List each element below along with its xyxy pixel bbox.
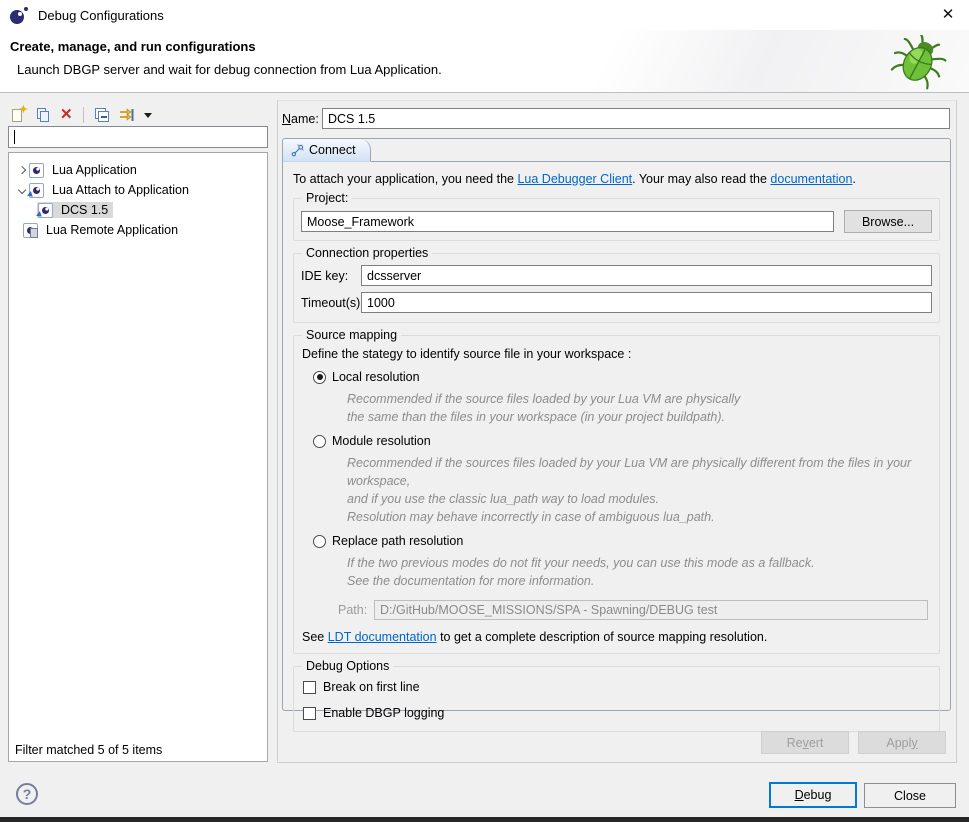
tree-item-label: Lua Application (49, 162, 140, 178)
collapse-all-icon[interactable] (94, 107, 110, 123)
radio-label: Replace path resolution (332, 534, 463, 548)
timeout-input[interactable] (361, 292, 932, 313)
source-mapping-group: Source mapping Define the stategy to ide… (293, 335, 940, 654)
delete-icon[interactable]: ✕ (60, 107, 73, 123)
checkbox-label: Enable DBGP logging (323, 706, 444, 720)
tab-folder: Connect To attach your application, you … (282, 138, 951, 711)
checkbox-icon[interactable] (303, 707, 316, 720)
project-group: Project: Browse... (293, 198, 940, 241)
configuration-panel: Name: Connect To attach your application… (277, 100, 957, 763)
banner-title: Create, manage, and run configurations (10, 39, 256, 54)
tree-item-lua-remote[interactable]: Lua Remote Application (9, 221, 267, 239)
documentation-link[interactable]: documentation (770, 172, 852, 186)
project-input[interactable] (301, 211, 834, 232)
filter-box (8, 126, 268, 148)
revert-button[interactable]: Revert (761, 731, 849, 754)
radio-icon[interactable] (313, 371, 326, 384)
help-icon[interactable]: ? (16, 783, 38, 805)
configurations-tree: Lua Application Lua Attach to Applicatio… (8, 152, 268, 762)
radio-label: Local resolution (332, 370, 420, 384)
filter-dropdown-icon[interactable] (144, 113, 152, 118)
new-configuration-icon[interactable]: ✦ (10, 107, 26, 123)
configurations-toolbar: ✦ ✕ (10, 105, 152, 125)
name-label: Name: (282, 112, 322, 126)
tree-item-dcs15[interactable]: DCS 1.5 (9, 201, 267, 219)
lua-attach-icon (29, 183, 44, 198)
radio-local-resolution[interactable]: Local resolution (313, 370, 932, 384)
debug-options-legend: Debug Options (302, 659, 393, 673)
name-input[interactable] (322, 108, 950, 129)
debug-options-group: Debug Options Break on first line Enable… (293, 666, 940, 732)
checkbox-label: Break on first line (323, 680, 420, 694)
tab-connect[interactable]: Connect (283, 139, 371, 162)
lua-debugger-client-link[interactable]: Lua Debugger Client (517, 172, 632, 186)
radio-label: Module resolution (332, 434, 431, 448)
tree-item-lua-attach[interactable]: Lua Attach to Application (9, 181, 267, 199)
ldt-documentation-link[interactable]: LDT documentation (328, 630, 437, 644)
lua-logo-icon (10, 7, 28, 24)
bug-icon (889, 35, 947, 90)
checkbox-enable-dbgp-logging[interactable]: Enable DBGP logging (303, 706, 932, 720)
connect-tab-content: To attach your application, you need the… (283, 162, 950, 732)
chevron-right-icon[interactable] (15, 167, 29, 173)
tree-item-label: Lua Attach to Application (49, 182, 192, 198)
tab-label: Connect (309, 143, 356, 157)
radio-module-resolution[interactable]: Module resolution (313, 434, 932, 448)
strategy-text: Define the stategy to identify source fi… (302, 347, 932, 361)
window-title: Debug Configurations (38, 8, 164, 23)
browse-button[interactable]: Browse... (844, 210, 932, 233)
filter-icon[interactable] (119, 107, 135, 123)
title-bar: Debug Configurations ✕ (0, 0, 969, 30)
close-icon[interactable]: ✕ (937, 5, 959, 25)
source-mapping-legend: Source mapping (302, 328, 401, 342)
tree-item-label: DCS 1.5 (58, 202, 111, 218)
ide-key-label: IDE key: (301, 269, 361, 283)
path-input (374, 600, 928, 620)
duplicate-icon[interactable] (35, 107, 51, 123)
lua-remote-icon (23, 223, 38, 238)
filter-input[interactable] (9, 127, 267, 147)
project-legend: Project: (302, 191, 352, 205)
radio-icon[interactable] (313, 535, 326, 548)
debug-button[interactable]: Debug (769, 782, 857, 808)
local-resolution-desc: Recommended if the source files loaded b… (347, 390, 932, 426)
selected-row-highlight: DCS 1.5 (37, 202, 113, 218)
header-banner: Create, manage, and run configurations L… (0, 30, 969, 93)
text-caret (14, 130, 15, 144)
replace-path-desc: If the two previous modes do not fit you… (347, 554, 932, 590)
tab-row: Connect (283, 139, 950, 162)
connection-properties-group: Connection properties IDE key: Timeout(s… (293, 253, 940, 323)
toolbar-separator (83, 107, 84, 123)
radio-replace-path-resolution[interactable]: Replace path resolution (313, 534, 932, 548)
filter-status: Filter matched 5 of 5 items (15, 743, 162, 757)
ide-key-input[interactable] (361, 265, 932, 286)
chevron-down-icon[interactable] (15, 187, 29, 193)
timeout-label: Timeout(s): (301, 296, 361, 310)
checkbox-icon[interactable] (303, 681, 316, 694)
radio-icon[interactable] (313, 435, 326, 448)
tree-item-lua-application[interactable]: Lua Application (9, 161, 267, 179)
close-button[interactable]: Close (864, 783, 956, 808)
connect-icon (291, 144, 304, 157)
lua-attach-icon (38, 203, 53, 218)
module-resolution-desc: Recommended if the sources files loaded … (347, 454, 932, 526)
path-label: Path: (338, 603, 374, 617)
apply-button[interactable]: Apply (858, 731, 946, 754)
intro-text: To attach your application, you need the… (293, 172, 941, 186)
see-ldt-text: See LDT documentation to get a complete … (302, 630, 932, 644)
lua-application-icon (29, 163, 44, 178)
tree-item-label: Lua Remote Application (43, 222, 181, 238)
connection-legend: Connection properties (302, 246, 432, 260)
checkbox-break-on-first-line[interactable]: Break on first line (303, 680, 932, 694)
window-bottom-edge (0, 817, 969, 822)
banner-subtitle: Launch DBGP server and wait for debug co… (17, 62, 442, 77)
debug-configurations-dialog: Debug Configurations ✕ Create, manage, a… (0, 0, 969, 822)
